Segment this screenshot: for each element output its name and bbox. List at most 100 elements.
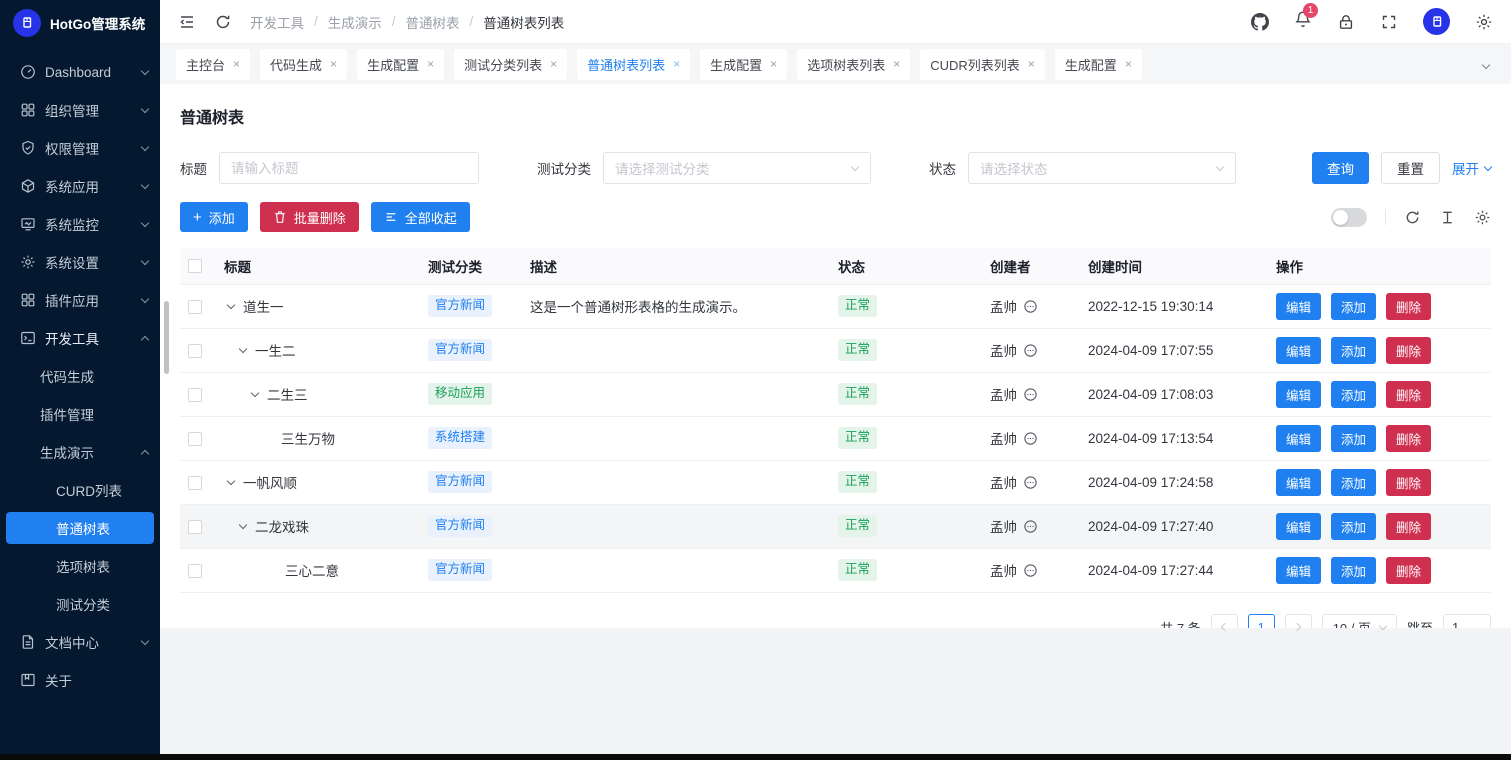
breadcrumb-item[interactable]: 开发工具: [250, 12, 304, 32]
category-filter-select[interactable]: 请选择测试分类: [603, 152, 871, 184]
sidebar-item-org[interactable]: 组织管理: [0, 91, 160, 129]
breadcrumb-item[interactable]: 普通树表: [406, 12, 460, 32]
sidebar-item-curd-list[interactable]: CURD列表: [0, 471, 160, 509]
reset-button[interactable]: 重置: [1381, 152, 1440, 184]
tab-gen-config-1[interactable]: 生成配置×: [357, 49, 444, 80]
tab-normal-tree-list[interactable]: 普通树表列表×: [577, 49, 690, 80]
creator-info-icon[interactable]: [1023, 343, 1038, 358]
delete-button[interactable]: 删除: [1386, 381, 1431, 408]
row-checkbox[interactable]: [188, 564, 202, 578]
delete-button[interactable]: 删除: [1386, 425, 1431, 452]
row-checkbox[interactable]: [188, 520, 202, 534]
search-button[interactable]: 查询: [1312, 152, 1369, 184]
tab-gen-config-3[interactable]: 生成配置×: [1055, 49, 1142, 80]
sidebar-item-permission[interactable]: 权限管理: [0, 129, 160, 167]
tab-cudr-list[interactable]: CUDR列表列表×: [920, 49, 1045, 80]
sidebar-item-system-app[interactable]: 系统应用: [0, 167, 160, 205]
notifications-button[interactable]: 1: [1294, 10, 1312, 33]
table-striped-toggle[interactable]: [1331, 208, 1367, 227]
close-icon[interactable]: ×: [550, 58, 557, 70]
close-icon[interactable]: ×: [770, 58, 777, 70]
expand-chevron-icon[interactable]: [224, 481, 238, 484]
tab-option-tree-list[interactable]: 选项树表列表×: [797, 49, 910, 80]
tab-gen-config-2[interactable]: 生成配置×: [700, 49, 787, 80]
close-icon[interactable]: ×: [1028, 58, 1035, 70]
creator-info-icon[interactable]: [1023, 387, 1038, 402]
row-checkbox[interactable]: [188, 476, 202, 490]
add-child-button[interactable]: 添加: [1331, 469, 1376, 496]
collapse-all-button[interactable]: 全部收起: [371, 202, 470, 232]
expand-chevron-icon[interactable]: [236, 525, 250, 528]
creator-info-icon[interactable]: [1023, 563, 1038, 578]
sidebar-item-system-settings[interactable]: 系统设置: [0, 243, 160, 281]
close-icon[interactable]: ×: [427, 58, 434, 70]
expand-chevron-icon[interactable]: [236, 349, 250, 352]
tab-list-dropdown[interactable]: [1483, 55, 1495, 73]
app-logo[interactable]: HotGo管理系统: [0, 0, 160, 46]
close-icon[interactable]: ×: [1125, 58, 1132, 70]
expand-filters-link[interactable]: 展开: [1452, 158, 1491, 178]
avatar[interactable]: [1423, 8, 1450, 35]
add-child-button[interactable]: 添加: [1331, 425, 1376, 452]
row-density-icon[interactable]: [1439, 209, 1456, 226]
status-filter-select[interactable]: 请选择状态: [968, 152, 1236, 184]
creator-info-icon[interactable]: [1023, 431, 1038, 446]
creator-info-icon[interactable]: [1023, 299, 1038, 314]
close-icon[interactable]: ×: [330, 58, 337, 70]
sidebar-item-option-tree[interactable]: 选项树表: [0, 547, 160, 585]
sidebar-item-code-gen[interactable]: 代码生成: [0, 357, 160, 395]
sidebar-item-about[interactable]: 关于: [0, 661, 160, 699]
add-child-button[interactable]: 添加: [1331, 381, 1376, 408]
delete-button[interactable]: 删除: [1386, 557, 1431, 584]
title-filter-input[interactable]: [219, 152, 479, 184]
settings-gear-icon[interactable]: [1475, 13, 1493, 31]
close-icon[interactable]: ×: [893, 58, 900, 70]
scrollbar-thumb[interactable]: [164, 301, 169, 374]
delete-button[interactable]: 删除: [1386, 337, 1431, 364]
github-icon[interactable]: [1251, 13, 1269, 31]
creator-info-icon[interactable]: [1023, 519, 1038, 534]
fullscreen-icon[interactable]: [1380, 13, 1398, 31]
row-checkbox[interactable]: [188, 432, 202, 446]
add-button[interactable]: + 添加: [180, 202, 248, 232]
delete-button[interactable]: 删除: [1386, 293, 1431, 320]
edit-button[interactable]: 编辑: [1276, 557, 1321, 584]
delete-button[interactable]: 删除: [1386, 469, 1431, 496]
delete-button[interactable]: 删除: [1386, 513, 1431, 540]
edit-button[interactable]: 编辑: [1276, 337, 1321, 364]
sidebar-item-test-category[interactable]: 测试分类: [0, 585, 160, 623]
select-all-checkbox[interactable]: [188, 259, 202, 273]
sidebar-item-gen-demo[interactable]: 生成演示: [0, 433, 160, 471]
row-checkbox[interactable]: [188, 300, 202, 314]
add-child-button[interactable]: 添加: [1331, 557, 1376, 584]
lock-icon[interactable]: [1337, 13, 1355, 31]
add-child-button[interactable]: 添加: [1331, 337, 1376, 364]
edit-button[interactable]: 编辑: [1276, 293, 1321, 320]
expand-chevron-icon[interactable]: [248, 393, 262, 396]
sidebar-item-dashboard[interactable]: Dashboard: [0, 53, 160, 91]
reload-table-icon[interactable]: [1404, 209, 1421, 226]
refresh-icon[interactable]: [214, 13, 232, 31]
sidebar-item-doc-center[interactable]: 文档中心: [0, 623, 160, 661]
tab-code-gen[interactable]: 代码生成×: [260, 49, 347, 80]
breadcrumb-item[interactable]: 生成演示: [328, 12, 382, 32]
creator-info-icon[interactable]: [1023, 475, 1038, 490]
sidebar-item-plugin-app[interactable]: 插件应用: [0, 281, 160, 319]
sidebar-item-normal-tree[interactable]: 普通树表: [6, 512, 154, 544]
sidebar-item-dev-tools[interactable]: 开发工具: [0, 319, 160, 357]
close-icon[interactable]: ×: [233, 58, 240, 70]
edit-button[interactable]: 编辑: [1276, 469, 1321, 496]
tab-console[interactable]: 主控台×: [176, 49, 250, 80]
collapse-sidebar-icon[interactable]: [178, 13, 196, 31]
edit-button[interactable]: 编辑: [1276, 513, 1321, 540]
batch-delete-button[interactable]: 批量删除: [260, 202, 359, 232]
add-child-button[interactable]: 添加: [1331, 293, 1376, 320]
sidebar-item-system-monitor[interactable]: 系统监控: [0, 205, 160, 243]
sidebar-item-plugin-manage[interactable]: 插件管理: [0, 395, 160, 433]
close-icon[interactable]: ×: [673, 58, 680, 70]
add-child-button[interactable]: 添加: [1331, 513, 1376, 540]
row-checkbox[interactable]: [188, 344, 202, 358]
expand-chevron-icon[interactable]: [224, 305, 238, 308]
tab-test-category-list[interactable]: 测试分类列表×: [454, 49, 567, 80]
edit-button[interactable]: 编辑: [1276, 425, 1321, 452]
